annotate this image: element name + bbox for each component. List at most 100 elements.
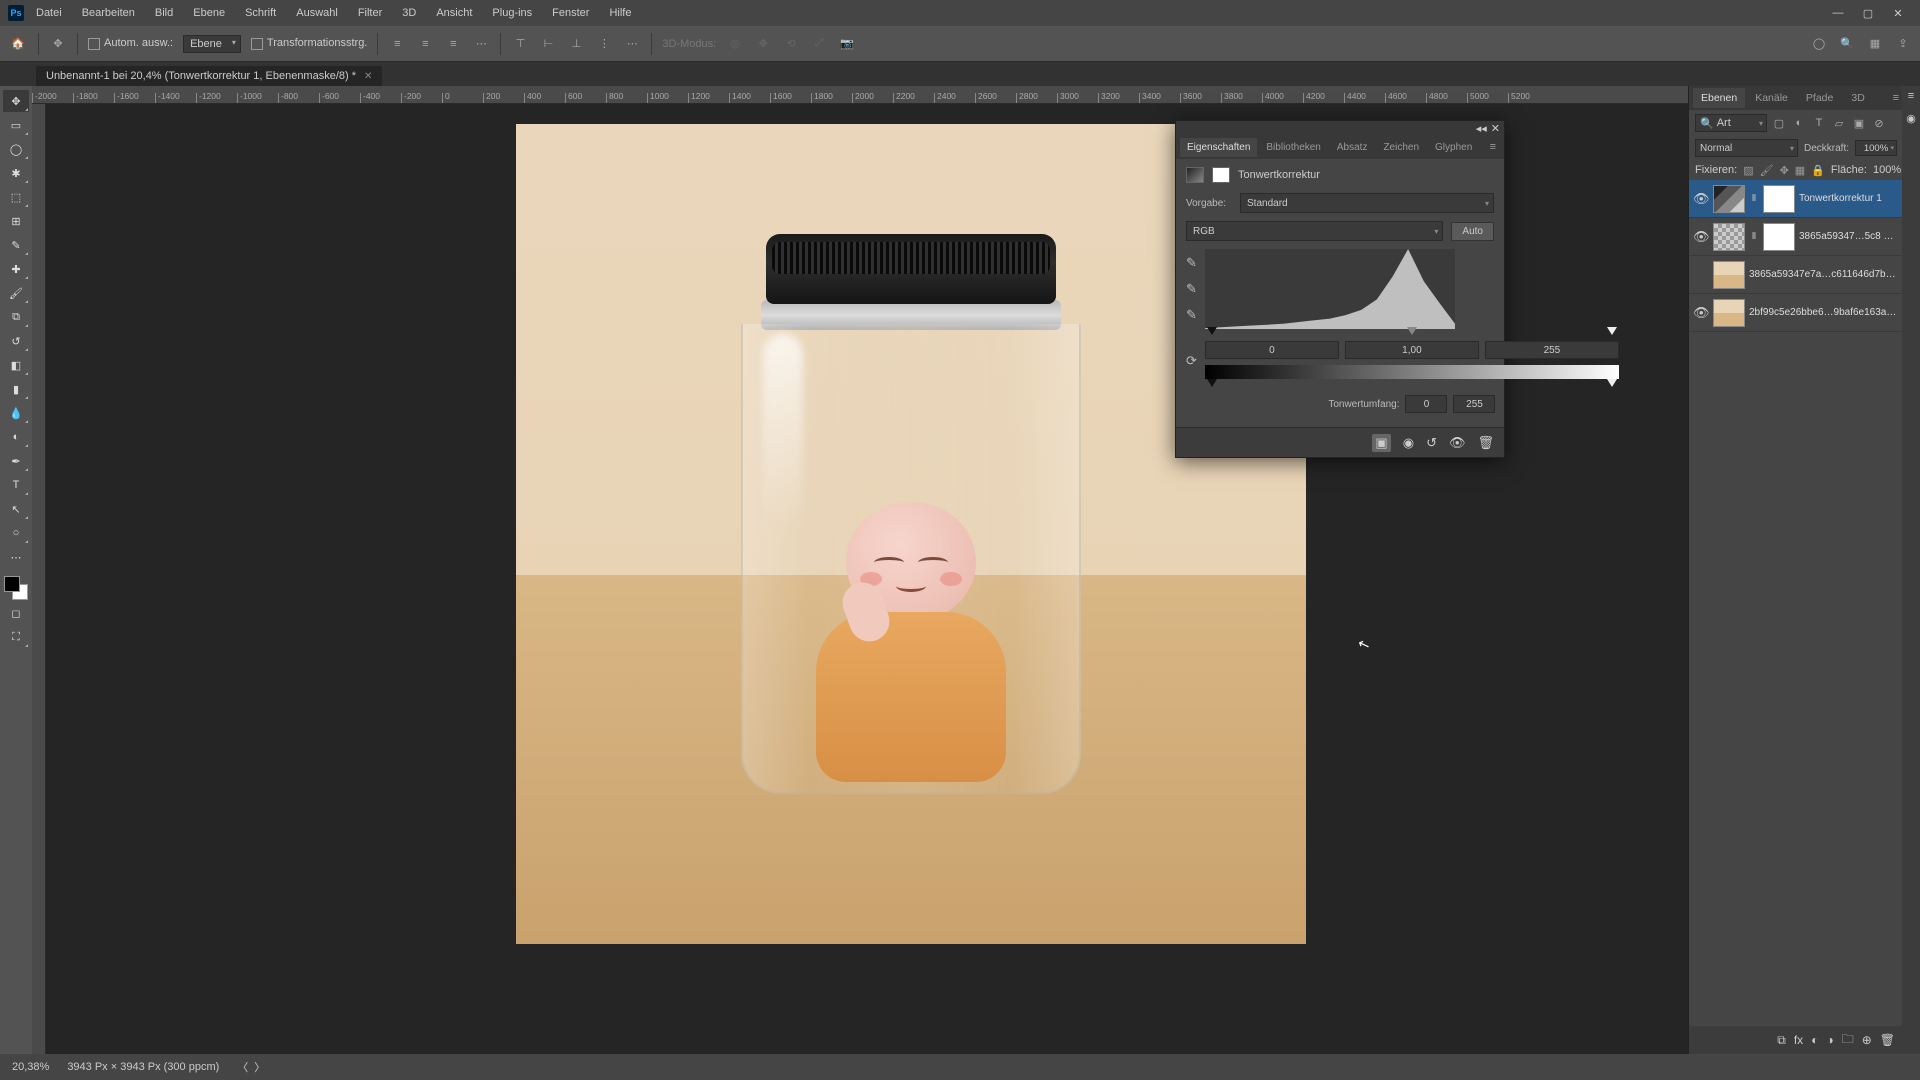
layer-name[interactable]: 3865a59347e7a…c611646d7b5c8	[1749, 269, 1899, 280]
auto-select-checkbox[interactable]: Autom. ausw.:	[88, 37, 173, 49]
align-right-icon[interactable]: ≡	[444, 35, 462, 53]
output-gradient[interactable]	[1205, 365, 1619, 379]
move-tool-icon[interactable]: ✥	[49, 35, 67, 53]
edit-toolbar[interactable]: ⋯	[3, 546, 29, 568]
collapse-panel-icon[interactable]: ≡	[1908, 90, 1914, 102]
align-center-h-icon[interactable]: ≡	[416, 35, 434, 53]
menu-datei[interactable]: Datei	[28, 3, 70, 23]
tab-pfade[interactable]: Pfade	[1798, 88, 1841, 108]
marquee-tool[interactable]: ▭	[3, 114, 29, 136]
delete-layer-icon[interactable]: 🗑	[1880, 1033, 1895, 1047]
layer-thumbnail[interactable]	[1713, 299, 1745, 327]
eraser-tool[interactable]: ◧	[3, 354, 29, 376]
layer-mask-thumbnail[interactable]	[1763, 185, 1795, 213]
libraries-icon[interactable]: ◉	[1906, 112, 1916, 125]
color-swatches[interactable]	[4, 576, 28, 600]
output-white-slider[interactable]	[1607, 379, 1617, 387]
menu-auswahl[interactable]: Auswahl	[288, 3, 346, 23]
distribute-h-icon[interactable]: ⋯	[472, 35, 490, 53]
layer-mask-link-icon[interactable]: ⦀	[1749, 231, 1759, 242]
layer-mask-link-icon[interactable]: ⦀	[1749, 193, 1759, 204]
panel-close-icon[interactable]: ✕	[1491, 122, 1500, 135]
properties-menu-icon[interactable]: ≡	[1486, 141, 1500, 153]
menu-bild[interactable]: Bild	[147, 3, 181, 23]
gray-slider[interactable]	[1407, 327, 1417, 335]
status-nav[interactable]: 〈〉	[237, 1059, 265, 1075]
close-tab-icon[interactable]: ✕	[364, 71, 372, 82]
share-icon[interactable]: ⇪	[1894, 35, 1912, 53]
document-tab[interactable]: Unbenannt-1 bei 20,4% (Tonwertkorrektur …	[36, 66, 382, 86]
menu-hilfe[interactable]: Hilfe	[601, 3, 639, 23]
white-slider[interactable]	[1607, 327, 1617, 335]
view-previous-state-icon[interactable]: ◉	[1403, 435, 1414, 451]
frame-tool[interactable]: ⊞	[3, 210, 29, 232]
home-icon[interactable]: 🏠	[8, 34, 28, 54]
magic-wand-tool[interactable]: ✱	[3, 162, 29, 184]
transform-controls-checkbox[interactable]: Transformationsstrg.	[251, 37, 367, 49]
menu-plugins[interactable]: Plug-ins	[484, 3, 540, 23]
crop-tool[interactable]: ⬚	[3, 186, 29, 208]
layer-row[interactable]: 3865a59347e7a…c611646d7b5c8	[1689, 256, 1903, 294]
filter-adjust-icon[interactable]: ◐	[1791, 115, 1807, 131]
output-black-field[interactable]	[1405, 395, 1447, 413]
layer-fx-icon[interactable]: fx	[1794, 1033, 1803, 1047]
ruler-vertical[interactable]	[32, 104, 46, 1054]
quick-mask-tool[interactable]: ◻	[3, 602, 29, 624]
tab-bibliotheken[interactable]: Bibliotheken	[1259, 138, 1327, 157]
lock-paint-icon[interactable]: 🖌	[1760, 163, 1774, 177]
auto-button[interactable]: Auto	[1451, 222, 1494, 241]
layer-visibility-icon[interactable]: 👁	[1693, 229, 1709, 245]
gray-point-eyedropper-icon[interactable]: ✎	[1186, 281, 1197, 297]
layer-visibility-icon[interactable]: 👁	[1693, 191, 1709, 207]
fill-input[interactable]: 100%	[1873, 164, 1901, 176]
mask-thumbnail-icon[interactable]	[1212, 167, 1230, 183]
preset-dropdown[interactable]: Standard	[1240, 193, 1494, 213]
cloud-docs-icon[interactable]: ◯	[1810, 35, 1828, 53]
layer-mask-thumbnail[interactable]	[1763, 223, 1795, 251]
opacity-input[interactable]: 100%	[1855, 140, 1897, 156]
filter-pixel-icon[interactable]: ▢	[1771, 115, 1787, 131]
tab-eigenschaften[interactable]: Eigenschaften	[1180, 138, 1257, 157]
tab-glyphen[interactable]: Glyphen	[1428, 138, 1479, 157]
path-select-tool[interactable]: ↖	[3, 498, 29, 520]
pen-tool[interactable]: ✒	[3, 450, 29, 472]
menu-schrift[interactable]: Schrift	[237, 3, 284, 23]
distribute-v-icon[interactable]: ⋮	[595, 35, 613, 53]
new-layer-icon[interactable]: ⊕	[1862, 1033, 1872, 1047]
filter-shape-icon[interactable]: ▱	[1831, 115, 1847, 131]
filter-toggle-icon[interactable]: ⊘	[1871, 115, 1887, 131]
screen-mode-tool[interactable]: ⛶	[3, 626, 29, 648]
zoom-level[interactable]: 20,38%	[12, 1061, 49, 1073]
toggle-visibility-icon[interactable]: 👁	[1449, 435, 1466, 451]
panel-menu-icon[interactable]: ≡	[1893, 92, 1899, 104]
add-adjustment-icon[interactable]: ◑	[1826, 1033, 1833, 1047]
more-align-icon[interactable]: ⋯	[623, 35, 641, 53]
lock-all-icon[interactable]: 🔒	[1811, 163, 1825, 177]
align-center-v-icon[interactable]: ⊢	[539, 35, 557, 53]
lock-position-icon[interactable]: ✥	[1780, 163, 1789, 177]
layer-thumbnail[interactable]	[1713, 185, 1745, 213]
healing-brush-tool[interactable]: ✚	[3, 258, 29, 280]
black-slider[interactable]	[1207, 327, 1217, 335]
input-black-field[interactable]	[1205, 341, 1339, 359]
input-gamma-field[interactable]	[1345, 341, 1479, 359]
layer-row[interactable]: 👁⦀3865a59347…5c8 Kopie	[1689, 218, 1903, 256]
input-white-field[interactable]	[1485, 341, 1619, 359]
channel-dropdown[interactable]: RGB	[1186, 221, 1443, 241]
window-close-icon[interactable]: ✕	[1884, 3, 1912, 23]
auto-select-dropdown[interactable]: Ebene	[183, 35, 241, 53]
search-icon[interactable]: 🔍	[1838, 35, 1856, 53]
eyedropper-tool[interactable]: ✎	[3, 234, 29, 256]
history-brush-tool[interactable]: ↺	[3, 330, 29, 352]
ruler-horizontal[interactable]: -2000-1800-1600-1400-1200-1000-800-600-4…	[32, 86, 1688, 104]
reset-icon[interactable]: ↺	[1426, 435, 1437, 451]
gradient-tool[interactable]: ▮	[3, 378, 29, 400]
black-point-eyedropper-icon[interactable]: ✎	[1186, 255, 1197, 271]
tab-kanaele[interactable]: Kanäle	[1747, 88, 1796, 108]
menu-ansicht[interactable]: Ansicht	[428, 3, 480, 23]
align-left-icon[interactable]: ≡	[388, 35, 406, 53]
lock-artboard-icon[interactable]: ▦	[1795, 163, 1805, 177]
output-white-field[interactable]	[1453, 395, 1495, 413]
layer-name[interactable]: Tonwertkorrektur 1	[1799, 193, 1899, 204]
menu-filter[interactable]: Filter	[350, 3, 390, 23]
